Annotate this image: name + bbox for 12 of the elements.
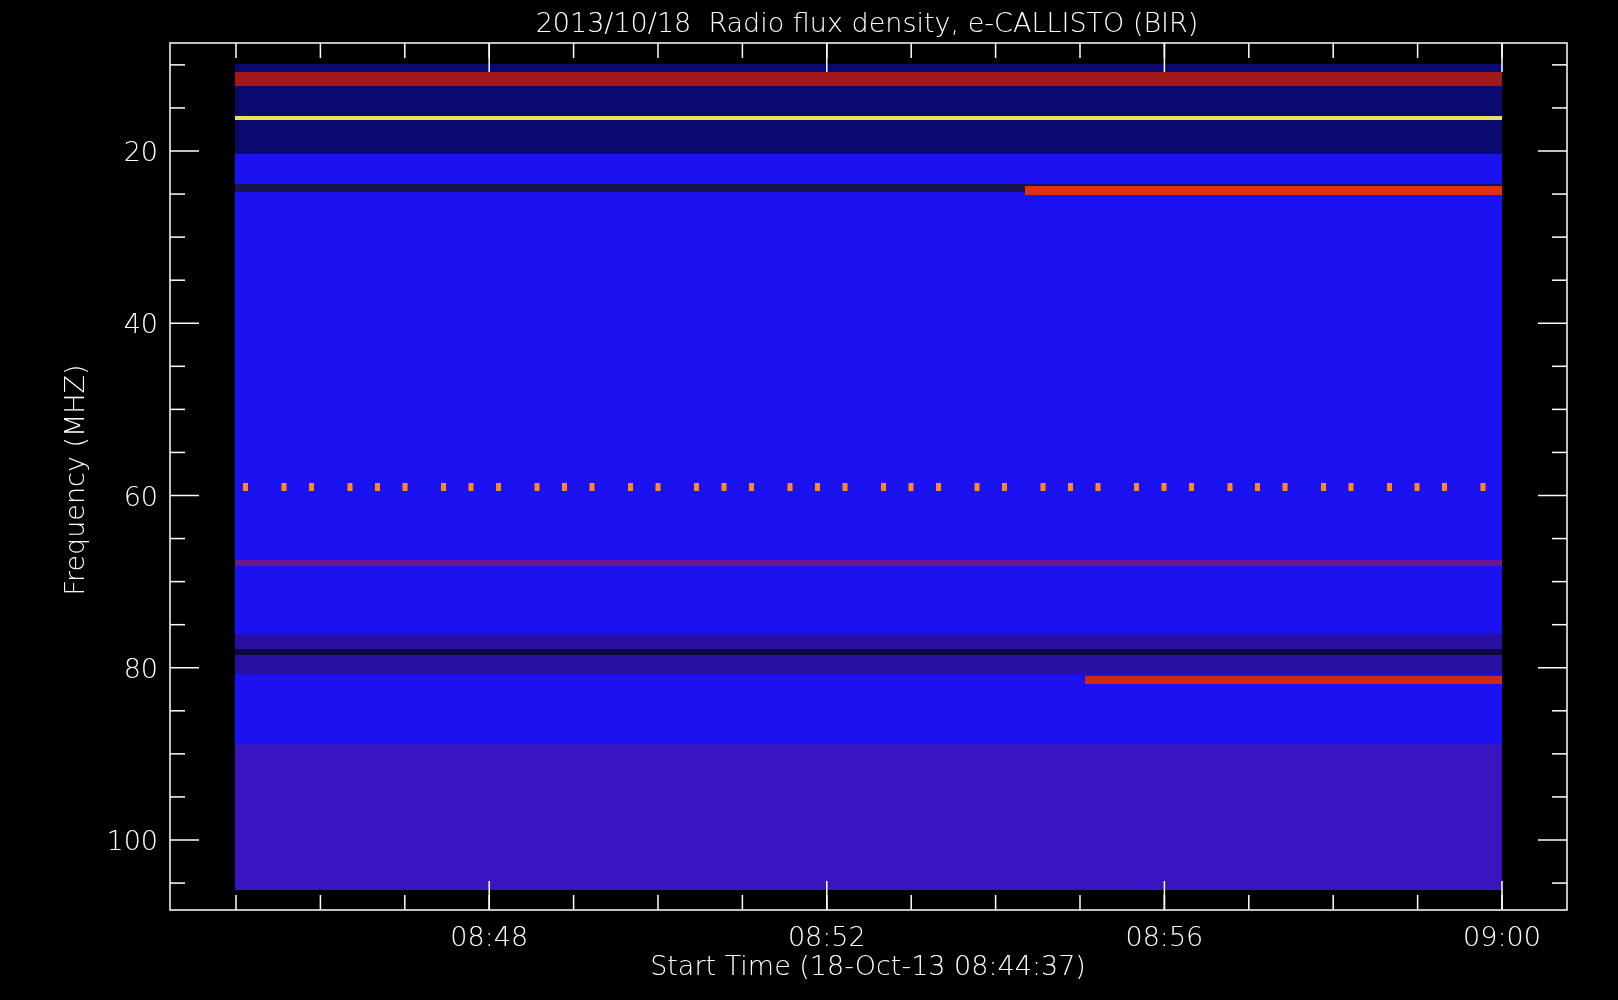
x-tick-label: 08:56 (1125, 921, 1204, 952)
x-tick-label: 08:52 (787, 921, 866, 952)
y-tick-label: 20 (123, 136, 158, 167)
chart-title: 2013/10/18 Radio flux density, e-CALLISTO (BIR) (535, 7, 1199, 38)
x-tick-label: 08:48 (450, 921, 529, 952)
y-tick-label: 40 (123, 308, 158, 340)
y-axis-label: Frequency (MHZ) (59, 364, 90, 596)
x-tick-label: 09:00 (1463, 921, 1541, 952)
y-tick-label: 80 (123, 652, 158, 684)
y-tick-label: 60 (123, 480, 158, 512)
x-axis-label: Start Time (18-Oct-13 08:44:37) (650, 950, 1086, 981)
y-tick-label: 100 (106, 825, 158, 856)
